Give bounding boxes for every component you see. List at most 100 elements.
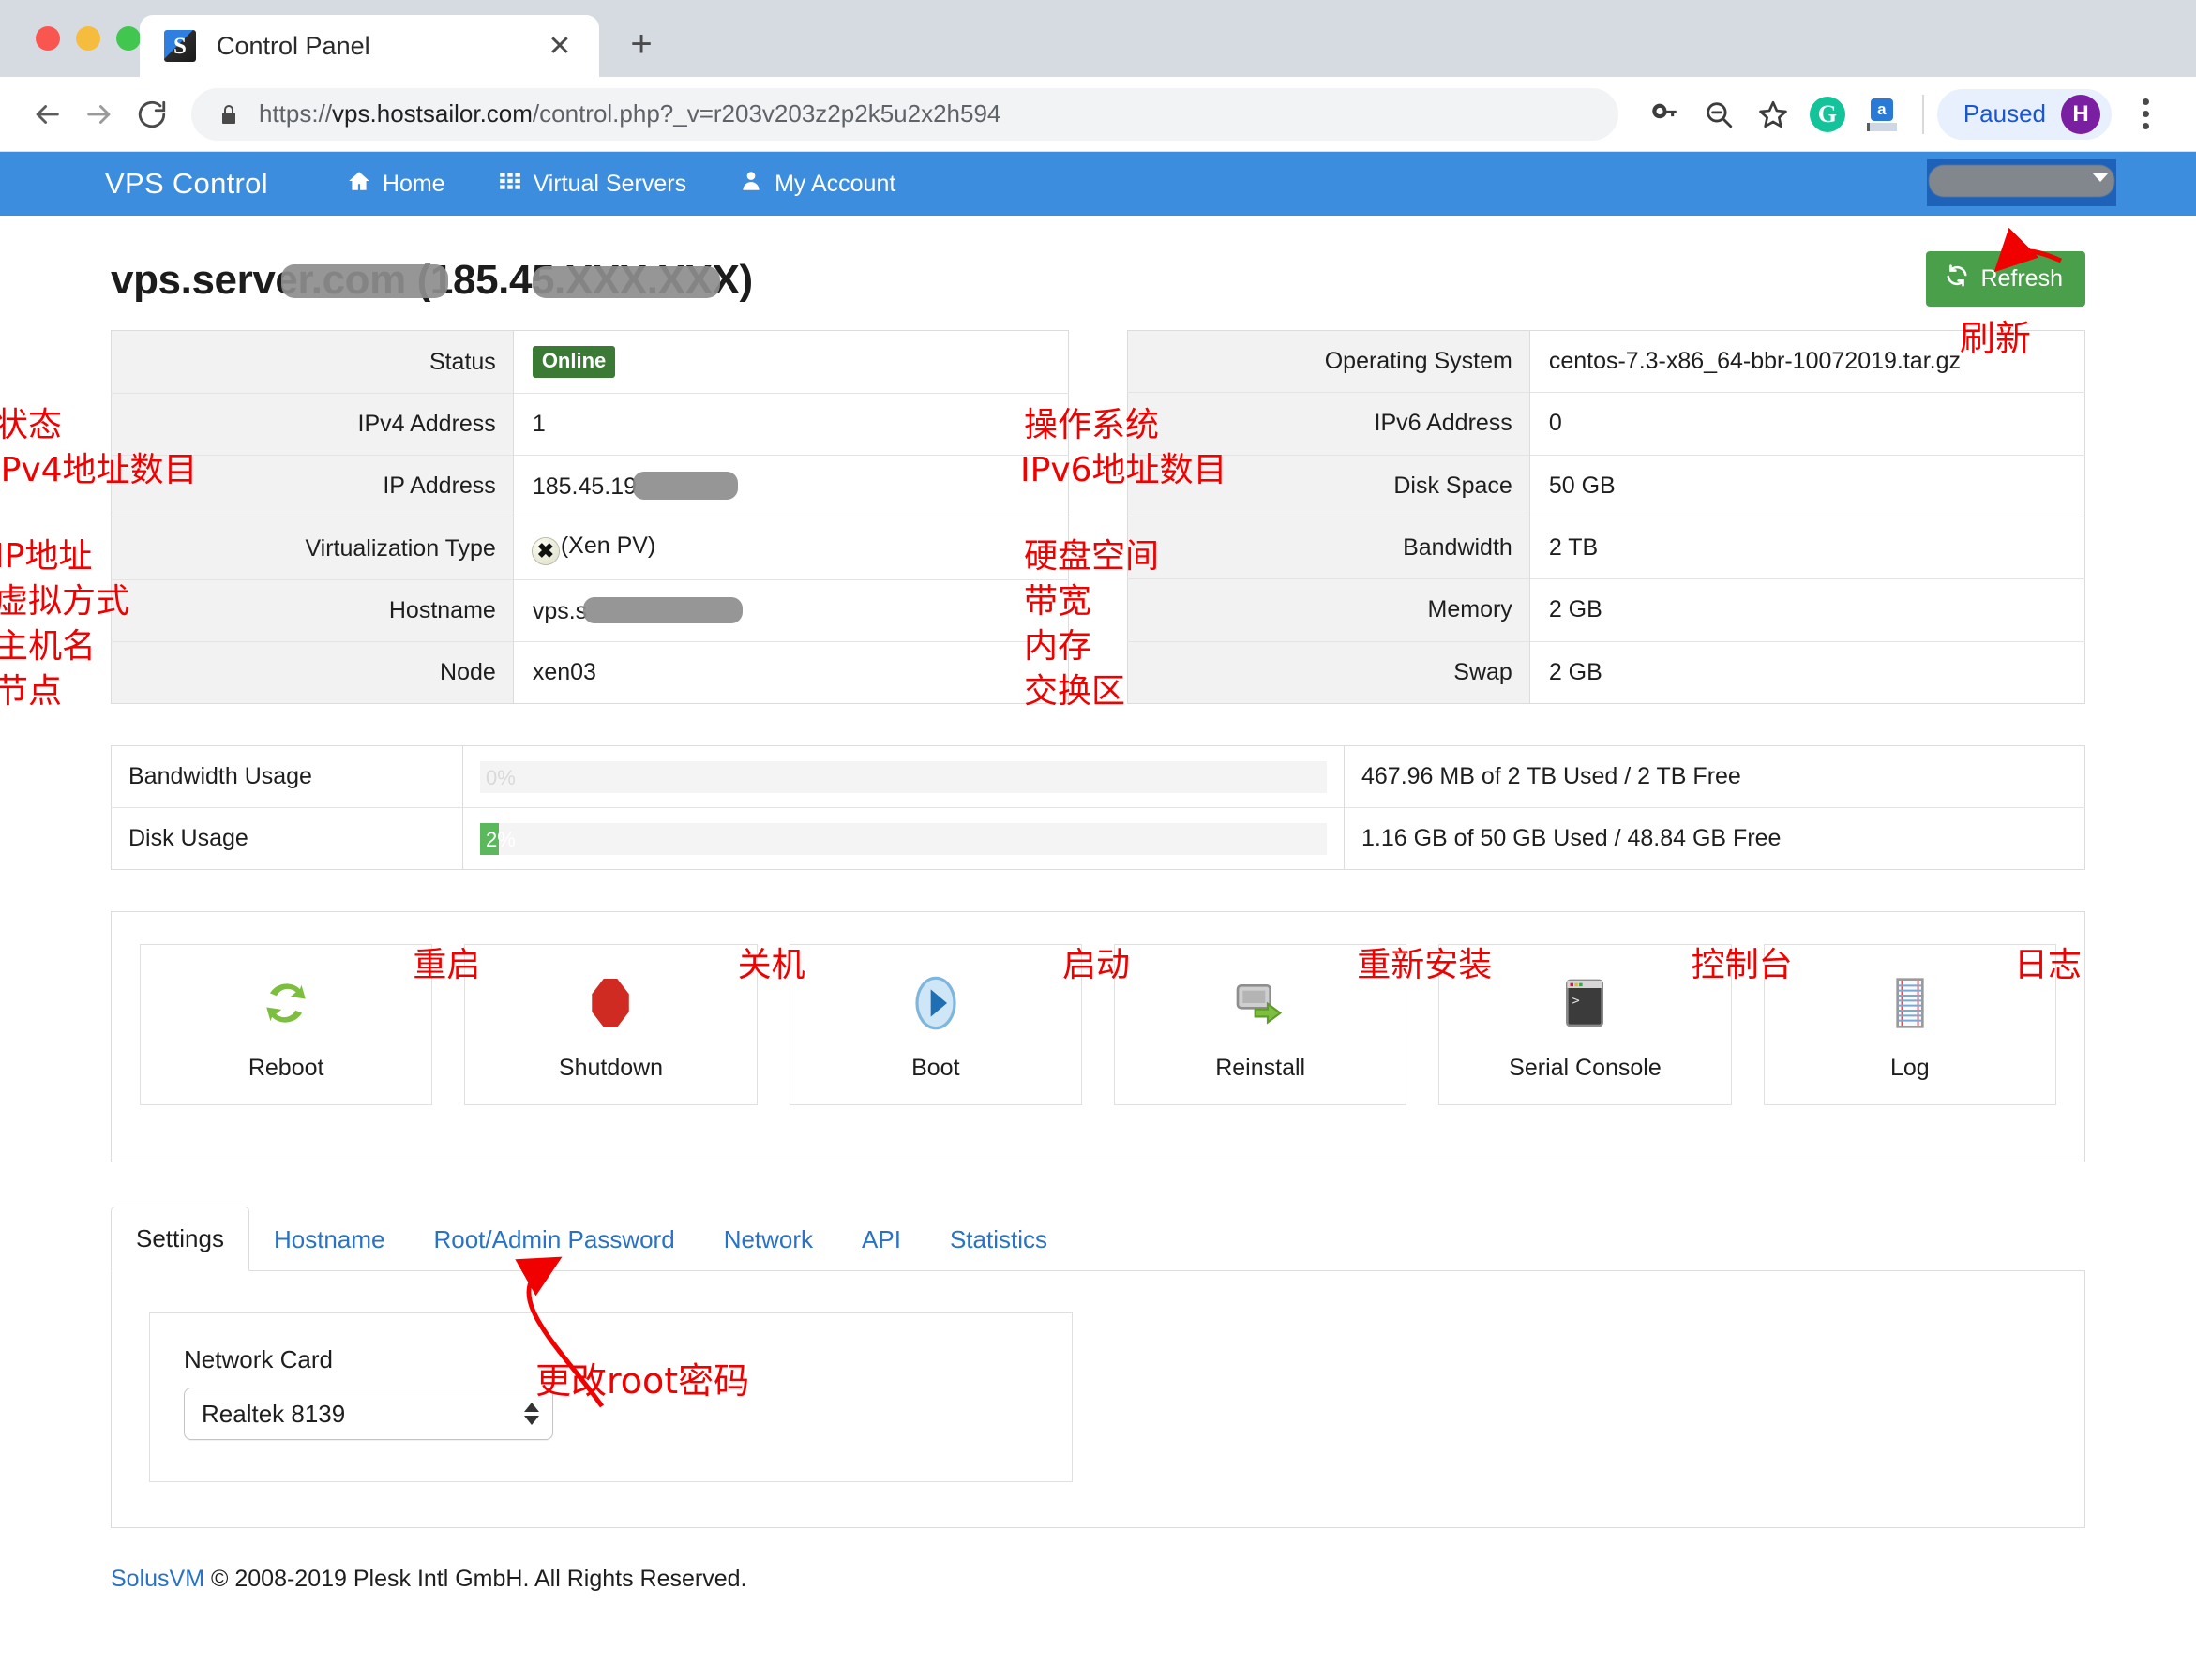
table-row: Operating System centos-7.3-x86_64-bbr-1… <box>1127 330 2085 393</box>
action-log[interactable]: Log 日志 <box>1763 944 2082 1105</box>
solusvm-link[interactable]: SolusVM <box>111 1566 204 1592</box>
nav-item-virtual-servers[interactable]: Virtual Servers <box>472 169 714 200</box>
user-icon <box>739 169 763 200</box>
action-reinstall[interactable]: Reinstall 重新安装 <box>1113 944 1492 1105</box>
browser-tab-title: Control Panel <box>217 31 370 60</box>
terminal-icon: > <box>1555 968 1615 1038</box>
zoom-out-icon[interactable] <box>1692 87 1746 142</box>
page-footer: SolusVM © 2008-2019 Plesk Intl GmbH. All… <box>0 1528 2196 1593</box>
title-redaction-1 <box>281 264 448 298</box>
nav-item-my-account[interactable]: My Account <box>713 169 922 200</box>
hostname-text: vps.s <box>532 597 588 624</box>
table-row: Hostname vps.s <box>111 579 1069 642</box>
password-key-icon[interactable] <box>1637 87 1692 142</box>
network-card-panel: Network Card Realtek 8139 <box>149 1312 1073 1482</box>
tab-api[interactable]: API <box>837 1208 925 1271</box>
browser-tabstrip: S Control Panel ✕ + <box>0 0 2196 77</box>
nav-item-home[interactable]: Home <box>321 169 472 200</box>
server-info-table-right: Operating System centos-7.3-x86_64-bbr-1… <box>1127 330 2085 704</box>
action-boot[interactable]: Boot 启动 <box>789 944 1130 1105</box>
row-value-disk-space: 50 GB <box>1529 455 2085 518</box>
toolbar-icons: G a Paused H <box>1637 87 2170 142</box>
tab-network[interactable]: Network <box>699 1208 837 1271</box>
account-menu-redacted[interactable] <box>1927 159 2116 206</box>
ip-address-text: 185.45.19 <box>532 473 638 500</box>
bookmark-star-icon[interactable] <box>1746 87 1800 142</box>
page-header-row: vps.server.com (185.45.XXX.XXX) Refresh … <box>111 216 2085 356</box>
minimize-window-button[interactable] <box>76 26 100 51</box>
paused-label: Paused <box>1963 99 2046 128</box>
table-row: Disk Usage 2% 1.16 GB of 50 GB Used / 48… <box>111 807 2085 870</box>
row-label-ipv4-address: IPv4 Address <box>111 393 514 456</box>
tab-hostname[interactable]: Hostname <box>249 1208 410 1271</box>
annotation-left-4: 主机名 <box>0 627 97 666</box>
tab-settings[interactable]: Settings <box>111 1207 249 1271</box>
grid-icon <box>498 169 522 200</box>
reboot-icon <box>256 968 316 1038</box>
table-row: Bandwidth 2 TB <box>1127 517 2085 579</box>
solusvm-favicon-icon: S <box>164 30 196 62</box>
disk-progress-label: 2% <box>486 827 516 851</box>
refresh-button-label: Refresh <box>1980 265 2063 292</box>
table-row: Swap 2 GB <box>1127 641 2085 704</box>
page-title-prefix: vps.ser <box>111 257 253 303</box>
forward-icon[interactable] <box>73 88 126 141</box>
amazon-base <box>1866 122 1897 131</box>
row-value-swap: 2 GB <box>1529 641 2085 704</box>
amazon-glyph: a <box>1865 98 1899 131</box>
row-label-hostname: Hostname <box>111 579 514 642</box>
browser-toolbar: https://vps.hostsailor.com/control.php?_… <box>0 77 2196 152</box>
table-row: Virtualization Type ✖ (Xen PV) <box>111 517 1069 580</box>
app-navbar: VPS Control Home Virtual Servers My Acco… <box>0 152 2196 216</box>
profile-paused-chip[interactable]: Paused H <box>1936 88 2112 140</box>
main-content: vps.server.com (185.45.XXX.XXX) Refresh … <box>0 216 2196 1528</box>
usage-table: Bandwidth Usage 0% 467.96 MB of 2 TB Use… <box>111 745 2085 870</box>
tab-statistics[interactable]: Statistics <box>925 1208 1072 1271</box>
tab-root-admin-password[interactable]: Root/Admin Password <box>409 1208 699 1271</box>
virtualization-text: (Xen PV) <box>560 532 656 559</box>
page-title-close: ) <box>739 257 753 303</box>
table-row: Memory 2 GB <box>1127 578 2085 642</box>
close-tab-icon[interactable]: ✕ <box>541 27 579 65</box>
page-title: vps.server.com (185.45.XXX.XXX) <box>111 257 753 304</box>
row-value-ipv4-address: 1 <box>513 393 1069 456</box>
row-label-status: Status <box>111 330 514 394</box>
address-bar[interactable]: https://vps.hostsailor.com/control.php?_… <box>191 87 1618 141</box>
grammarly-extension-icon[interactable]: G <box>1800 87 1855 142</box>
server-actions-panel: Reboot 重启 Shutdown 关机 Boot 启动 Reinstall … <box>111 911 2085 1162</box>
redaction-mark <box>1929 165 2114 197</box>
page-content: VPS Control Home Virtual Servers My Acco… <box>0 152 2196 1680</box>
row-value-memory: 2 GB <box>1529 578 2085 642</box>
url-path: /control.php?_v=r203v203z2p2k5u2x2h594 <box>532 99 1001 128</box>
browser-tab[interactable]: S Control Panel ✕ <box>140 15 599 77</box>
row-value-node: xen03 <box>513 641 1069 704</box>
maximize-window-button[interactable] <box>116 26 141 51</box>
amazon-extension-icon[interactable]: a <box>1855 87 1909 142</box>
action-shutdown[interactable]: Shutdown 关机 <box>464 944 805 1105</box>
usage-bar-disk-cell: 2% <box>462 807 1345 870</box>
disk-progress-bar: 2% <box>480 822 1327 855</box>
row-label-ip-address: IP Address <box>111 455 514 518</box>
action-serial-console[interactable]: > Serial Console 控制台 <box>1438 944 1793 1105</box>
row-label-disk-space: Disk Space <box>1127 455 1530 518</box>
refresh-button[interactable]: Refresh <box>1926 251 2085 307</box>
action-shutdown-label: Shutdown <box>558 1054 664 1081</box>
log-icon <box>1880 968 1940 1038</box>
new-tab-button[interactable]: + <box>620 22 663 66</box>
close-window-button[interactable] <box>36 26 60 51</box>
row-label-operating-system: Operating System <box>1127 330 1530 393</box>
home-icon <box>347 169 371 200</box>
row-label-swap: Swap <box>1127 641 1530 704</box>
title-redaction-2 <box>533 266 720 298</box>
action-reboot[interactable]: Reboot 重启 <box>140 944 480 1105</box>
action-reboot-label: Reboot <box>248 1054 324 1081</box>
table-row: Disk Space 50 GB <box>1127 455 2085 518</box>
usage-bar-bandwidth-cell: 0% <box>462 745 1345 808</box>
nav-item-my-account-label: My Account <box>775 170 896 197</box>
reload-icon[interactable] <box>126 88 178 141</box>
server-info-table-left: Status Online IPv4 Address 1 IP Address … <box>111 330 1069 704</box>
table-row: IPv4 Address 1 <box>111 393 1069 456</box>
network-card-select[interactable]: Realtek 8139 <box>184 1388 553 1440</box>
chrome-menu-icon[interactable] <box>2121 98 2170 129</box>
back-icon[interactable] <box>21 88 73 141</box>
